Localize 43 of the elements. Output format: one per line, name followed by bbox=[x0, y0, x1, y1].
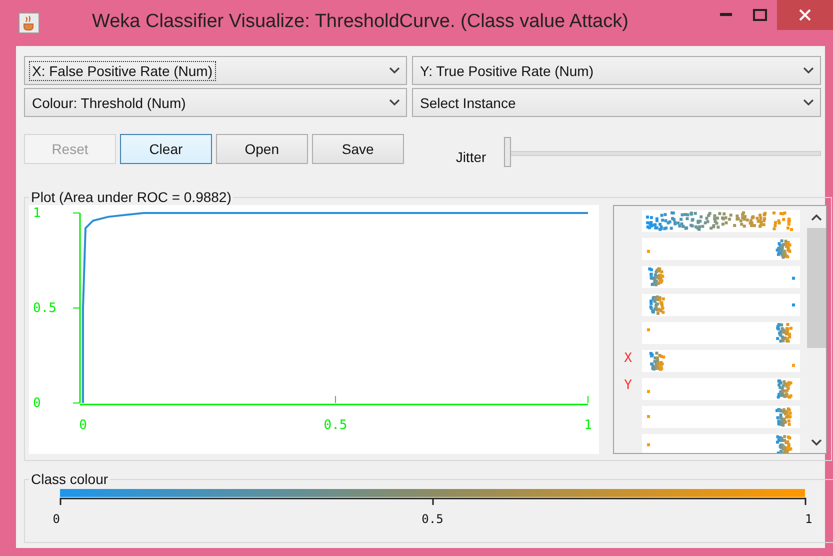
dropdown[interactable]: X: False Positive Rate (Num) bbox=[24, 56, 407, 85]
attribute-strip[interactable] bbox=[642, 406, 800, 428]
axis-marker: Y bbox=[624, 378, 632, 393]
window-title: Weka Classifier Visualize: ThresholdCurve. (Class value Attack) bbox=[92, 11, 628, 33]
tick-label: 1 bbox=[584, 418, 592, 433]
tick-label: 0 bbox=[33, 396, 41, 411]
jitter-label: Jitter bbox=[456, 149, 486, 165]
toolbar-button[interactable]: Save bbox=[312, 134, 404, 164]
jitter-slider[interactable] bbox=[504, 137, 821, 169]
close-icon bbox=[799, 9, 811, 21]
toolbar-button[interactable]: Clear bbox=[120, 134, 212, 164]
minimize-icon bbox=[720, 13, 732, 17]
caret-icon bbox=[389, 67, 400, 74]
scroll-down-icon[interactable] bbox=[811, 438, 822, 446]
coffee-cup-icon bbox=[18, 12, 40, 34]
caret-icon bbox=[803, 67, 814, 74]
dropdown[interactable]: Y: True Positive Rate (Num) bbox=[412, 56, 821, 85]
tick-label: 0.5 bbox=[33, 301, 56, 316]
maximize-icon bbox=[753, 9, 767, 21]
tick-label: 0 bbox=[52, 512, 60, 526]
attribute-strip[interactable] bbox=[642, 322, 800, 344]
attribute-strip[interactable] bbox=[642, 210, 800, 232]
attribute-strip[interactable] bbox=[642, 238, 800, 260]
panel-title: Plot (Area under ROC = 0.9882) bbox=[30, 189, 232, 205]
panel-title: Class colour bbox=[30, 471, 110, 487]
scroll-up-icon[interactable] bbox=[811, 214, 822, 220]
attribute-strip[interactable] bbox=[642, 434, 800, 453]
attribute-strip[interactable] bbox=[642, 350, 800, 372]
attribute-strip[interactable] bbox=[642, 294, 800, 316]
close-button[interactable] bbox=[777, 0, 833, 30]
tick-label: 1 bbox=[805, 512, 812, 526]
dropdown[interactable]: Select Instance bbox=[412, 88, 821, 117]
tick-label: 0.5 bbox=[422, 512, 444, 526]
dropdown[interactable]: Colour: Threshold (Num) bbox=[24, 88, 407, 117]
caret-icon bbox=[389, 99, 400, 106]
tick-label: 0.5 bbox=[324, 418, 348, 433]
attribute-strip[interactable] bbox=[642, 266, 800, 288]
axis-marker: X bbox=[624, 351, 632, 366]
caret-icon bbox=[803, 99, 814, 106]
attribute-strip[interactable] bbox=[642, 378, 800, 400]
toolbar-button[interactable]: Open bbox=[216, 134, 308, 164]
tick-label: 0 bbox=[79, 418, 87, 433]
tick-label: 1 bbox=[33, 206, 41, 221]
